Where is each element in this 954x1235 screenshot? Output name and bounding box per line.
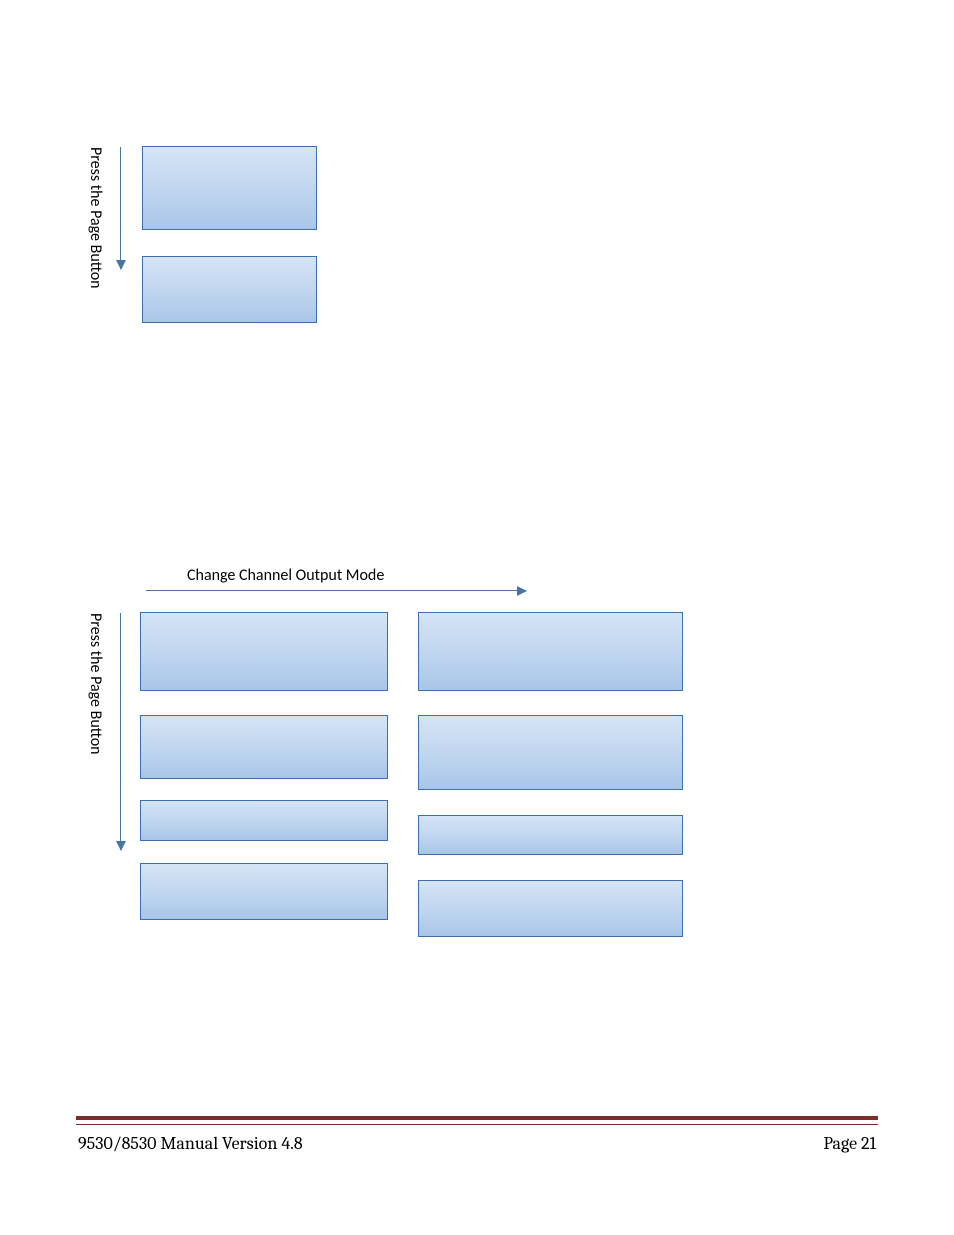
diagram-box: [142, 146, 317, 230]
diagram-box: [140, 800, 388, 841]
arrow-down-icon: [120, 147, 121, 269]
horizontal-label: Change Channel Output Mode: [187, 566, 384, 585]
diagram-box: [140, 863, 388, 920]
divider: [76, 1124, 878, 1125]
diagram-box: [140, 612, 388, 691]
diagram-box: [418, 612, 683, 691]
diagram-box: [418, 715, 683, 790]
page: Press the Page Button Change Channel Out…: [0, 0, 954, 1235]
diagram-box: [140, 715, 388, 779]
diagram-box: [418, 815, 683, 855]
divider: [76, 1116, 878, 1120]
vertical-label-1: Press the Page Button: [86, 147, 105, 289]
arrow-down-icon: [120, 613, 121, 850]
footer-text-left: 9530/8530 Manual Version 4.8: [78, 1133, 303, 1154]
footer-page-number: Page 21: [823, 1133, 876, 1154]
diagram-box: [418, 880, 683, 937]
vertical-label-2: Press the Page Button: [86, 613, 105, 755]
arrow-right-icon: [146, 590, 526, 591]
diagram-box: [142, 256, 317, 323]
